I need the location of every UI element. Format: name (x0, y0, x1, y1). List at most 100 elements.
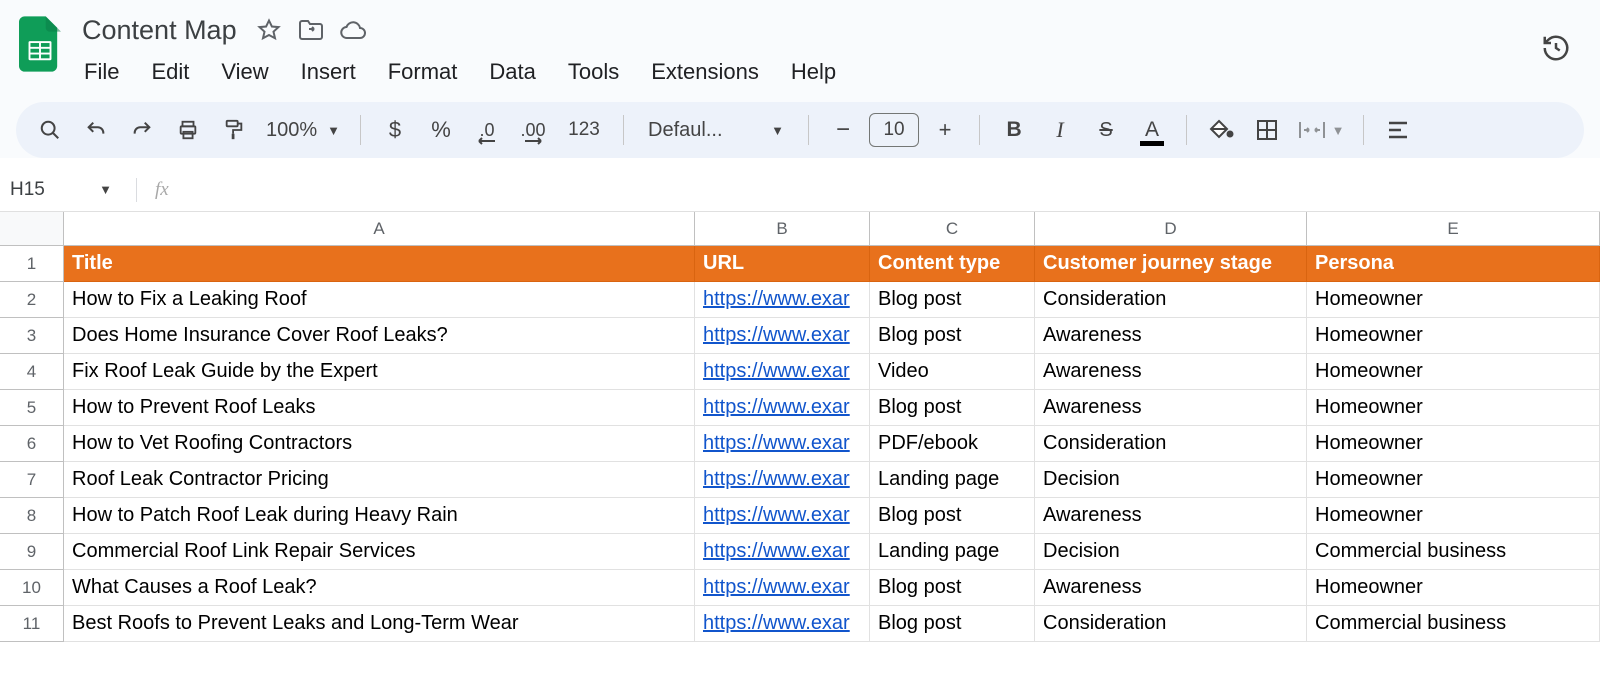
cell-type[interactable]: Blog post (870, 390, 1035, 426)
menu-view[interactable]: View (207, 53, 282, 91)
row-header[interactable]: 3 (0, 318, 64, 354)
undo-icon[interactable] (74, 110, 118, 150)
cell-persona[interactable]: Homeowner (1307, 498, 1600, 534)
star-icon[interactable] (253, 14, 285, 46)
cell-title[interactable]: What Causes a Roof Leak? (64, 570, 695, 606)
menu-insert[interactable]: Insert (287, 53, 370, 91)
cell-type[interactable]: Blog post (870, 570, 1035, 606)
header-stage[interactable]: Customer journey stage (1035, 246, 1307, 282)
table-row[interactable]: 5How to Prevent Roof Leakshttps://www.ex… (0, 390, 1600, 426)
row-header[interactable]: 4 (0, 354, 64, 390)
cell-type[interactable]: Landing page (870, 534, 1035, 570)
row-header[interactable]: 7 (0, 462, 64, 498)
menu-format[interactable]: Format (374, 53, 472, 91)
borders-button[interactable] (1245, 110, 1289, 150)
font-family-select[interactable]: Defaul...▼ (636, 119, 796, 142)
table-row[interactable]: 11Best Roofs to Prevent Leaks and Long-T… (0, 606, 1600, 642)
cell-title[interactable]: Fix Roof Leak Guide by the Expert (64, 354, 695, 390)
search-icon[interactable] (28, 110, 72, 150)
cell-persona[interactable]: Homeowner (1307, 570, 1600, 606)
menu-file[interactable]: File (70, 53, 133, 91)
menu-edit[interactable]: Edit (137, 53, 203, 91)
print-icon[interactable] (166, 110, 210, 150)
cell-type[interactable]: Landing page (870, 462, 1035, 498)
row-header[interactable]: 10 (0, 570, 64, 606)
table-header-row[interactable]: 1 Title URL Content type Customer journe… (0, 246, 1600, 282)
bold-button[interactable]: B (992, 110, 1036, 150)
italic-button[interactable]: I (1038, 110, 1082, 150)
cell-persona[interactable]: Homeowner (1307, 282, 1600, 318)
cell-persona[interactable]: Commercial business (1307, 606, 1600, 642)
header-type[interactable]: Content type (870, 246, 1035, 282)
table-row[interactable]: 9Commercial Roof Link Repair Serviceshtt… (0, 534, 1600, 570)
cell-title[interactable]: Commercial Roof Link Repair Services (64, 534, 695, 570)
cell-url[interactable]: https://www.exar (695, 534, 870, 570)
history-icon[interactable] (1536, 28, 1576, 68)
cell-persona[interactable]: Commercial business (1307, 534, 1600, 570)
name-box[interactable]: H15▼ (10, 179, 130, 201)
cell-stage[interactable]: Decision (1035, 534, 1307, 570)
row-header[interactable]: 1 (0, 246, 64, 282)
merge-cells-button[interactable]: ▼ (1291, 110, 1351, 150)
column-headers[interactable]: A B C D E (0, 212, 1600, 246)
cell-type[interactable]: Blog post (870, 498, 1035, 534)
header-persona[interactable]: Persona (1307, 246, 1600, 282)
column-header-b[interactable]: B (695, 212, 870, 245)
menu-data[interactable]: Data (475, 53, 549, 91)
cell-type[interactable]: Blog post (870, 606, 1035, 642)
zoom-select[interactable]: 100%▼ (258, 119, 348, 142)
cell-persona[interactable]: Homeowner (1307, 354, 1600, 390)
format-currency-button[interactable]: $ (373, 110, 417, 150)
more-formats-button[interactable]: 123 (557, 110, 611, 150)
horizontal-align-button[interactable] (1376, 110, 1420, 150)
fill-color-button[interactable] (1199, 110, 1243, 150)
row-header[interactable]: 11 (0, 606, 64, 642)
menu-help[interactable]: Help (777, 53, 850, 91)
table-row[interactable]: 3Does Home Insurance Cover Roof Leaks?ht… (0, 318, 1600, 354)
cloud-status-icon[interactable] (337, 14, 369, 46)
cell-stage[interactable]: Consideration (1035, 282, 1307, 318)
cell-stage[interactable]: Awareness (1035, 390, 1307, 426)
header-title[interactable]: Title (64, 246, 695, 282)
table-row[interactable]: 2How to Fix a Leaking Roofhttps://www.ex… (0, 282, 1600, 318)
cell-title[interactable]: How to Prevent Roof Leaks (64, 390, 695, 426)
spreadsheet-grid[interactable]: A B C D E 1 Title URL Content type Custo… (0, 212, 1600, 642)
cell-persona[interactable]: Homeowner (1307, 462, 1600, 498)
table-row[interactable]: 7Roof Leak Contractor Pricinghttps://www… (0, 462, 1600, 498)
menu-tools[interactable]: Tools (554, 53, 633, 91)
select-all-corner[interactable] (0, 212, 64, 245)
increase-decimal-button[interactable]: .00 (511, 110, 555, 150)
cell-stage[interactable]: Decision (1035, 462, 1307, 498)
cell-persona[interactable]: Homeowner (1307, 390, 1600, 426)
row-header[interactable]: 5 (0, 390, 64, 426)
cell-stage[interactable]: Awareness (1035, 318, 1307, 354)
cell-title[interactable]: Best Roofs to Prevent Leaks and Long-Ter… (64, 606, 695, 642)
cell-url[interactable]: https://www.exar (695, 606, 870, 642)
cell-stage[interactable]: Awareness (1035, 498, 1307, 534)
column-header-e[interactable]: E (1307, 212, 1600, 245)
cell-stage[interactable]: Consideration (1035, 426, 1307, 462)
cell-type[interactable]: Blog post (870, 282, 1035, 318)
column-header-a[interactable]: A (64, 212, 695, 245)
decrease-decimal-button[interactable]: .0 (465, 110, 509, 150)
increase-font-size-button[interactable]: + (923, 110, 967, 150)
cell-url[interactable]: https://www.exar (695, 390, 870, 426)
cell-type[interactable]: Blog post (870, 318, 1035, 354)
cell-stage[interactable]: Consideration (1035, 606, 1307, 642)
cell-url[interactable]: https://www.exar (695, 462, 870, 498)
cell-type[interactable]: Video (870, 354, 1035, 390)
row-header[interactable]: 8 (0, 498, 64, 534)
cell-title[interactable]: How to Patch Roof Leak during Heavy Rain (64, 498, 695, 534)
format-percent-button[interactable]: % (419, 110, 463, 150)
table-row[interactable]: 6How to Vet Roofing Contractorshttps://w… (0, 426, 1600, 462)
column-header-d[interactable]: D (1035, 212, 1307, 245)
cell-url[interactable]: https://www.exar (695, 498, 870, 534)
sheets-logo[interactable] (16, 14, 64, 74)
redo-icon[interactable] (120, 110, 164, 150)
row-header[interactable]: 2 (0, 282, 64, 318)
text-color-button[interactable]: A (1130, 110, 1174, 150)
cell-title[interactable]: Does Home Insurance Cover Roof Leaks? (64, 318, 695, 354)
cell-title[interactable]: How to Vet Roofing Contractors (64, 426, 695, 462)
table-row[interactable]: 8How to Patch Roof Leak during Heavy Rai… (0, 498, 1600, 534)
cell-type[interactable]: PDF/ebook (870, 426, 1035, 462)
